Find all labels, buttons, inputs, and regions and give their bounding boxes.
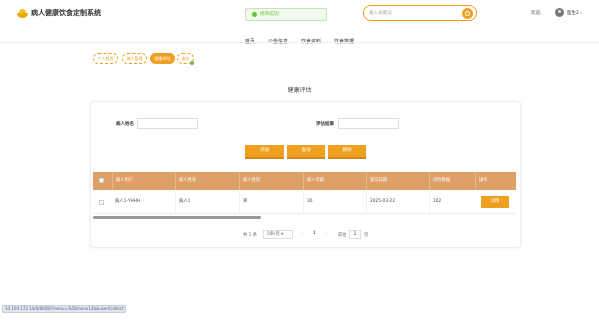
result-input[interactable] — [338, 118, 399, 129]
page-size-value: 5条/页 — [267, 232, 280, 237]
page-number[interactable]: 1 — [313, 231, 316, 236]
th-user: 病人用户 — [112, 172, 175, 190]
chevron-down-icon: ▾ — [281, 232, 284, 237]
goto-page-input[interactable]: 1 — [349, 230, 361, 239]
page-size-select[interactable]: 5条/页 ▾ — [263, 230, 293, 239]
row-checkbox[interactable] — [99, 200, 104, 205]
horizontal-scrollbar[interactable] — [93, 216, 261, 219]
prev-page-icon[interactable]: ‹ — [301, 231, 303, 237]
patient-name-label: 病人姓名 — [116, 122, 134, 127]
welcome-text: 欢迎, — [531, 11, 542, 16]
search-icon — [465, 10, 470, 16]
search-query-button[interactable]: 查询 — [287, 145, 325, 159]
crumb-logout[interactable]: 退出 — [177, 53, 194, 65]
cell-date: 2025-03-22 — [366, 190, 429, 214]
main-nav: 首页 公告信息 饮食资料 饮食数据 — [0, 28, 599, 47]
table-row: 病人1-YHHH 病人1 男 30 2025-03-22 102 详情 — [93, 190, 516, 214]
goto-label: 前往 — [338, 233, 347, 238]
success-toast: 修改成功! — [245, 8, 327, 21]
page-suffix: 页 — [364, 233, 369, 238]
top-header: 病人健康饮食定制系统 修改成功! 输入关键词 欢迎, 医生2 ▾ 首页 公告信息… — [0, 0, 599, 45]
th-operation: 操作 — [475, 172, 516, 190]
delete-button[interactable]: 删除 — [328, 145, 366, 159]
th-name: 病人姓名 — [175, 172, 239, 190]
cell-age: 30 — [303, 190, 366, 214]
th-risk: 风险数据 — [429, 172, 475, 190]
crumb-patient-mgmt[interactable]: 病人管理 — [122, 53, 147, 64]
user-menu[interactable]: 医生2 ▾ — [567, 10, 582, 16]
detail-button[interactable]: 详情 — [481, 196, 509, 208]
next-page-icon[interactable]: › — [325, 231, 327, 237]
search-button[interactable] — [462, 8, 473, 19]
cell-gender: 男 — [239, 190, 303, 214]
th-gender: 病人性别 — [239, 172, 303, 190]
th-date: 登记日期 — [366, 172, 429, 190]
patient-name-input[interactable] — [137, 118, 198, 129]
username: 医生2 — [567, 11, 579, 16]
site-title: 病人健康饮食定制系统 — [31, 9, 101, 17]
toast-message: 修改成功! — [260, 12, 280, 17]
page-title: 健康评估 — [287, 87, 312, 94]
chevron-down-icon: ▾ — [580, 11, 583, 15]
cell-user: 病人1-YHHH — [115, 199, 141, 204]
avatar[interactable] — [555, 8, 564, 17]
crumb-health-assessment[interactable]: 健康评估 — [150, 53, 175, 64]
select-all-checkbox[interactable] — [99, 178, 104, 183]
th-age: 病人年龄 — [303, 172, 366, 190]
total-count: 共 1 条 — [243, 233, 258, 238]
search-box[interactable]: 输入关键词 — [363, 5, 477, 21]
logo-icon — [17, 9, 28, 18]
table-header: 病人用户 病人姓名 病人性别 病人年龄 登记日期 风险数据 操作 — [93, 172, 516, 190]
crumb-personal-home[interactable]: 个人首页 — [93, 53, 118, 64]
result-label: 评估结果 — [316, 122, 334, 127]
success-icon — [252, 12, 257, 17]
notification-dot — [190, 61, 194, 65]
cell-risk: 102 — [429, 190, 475, 214]
browser-status-bar: 10.100.172.14/0/8009/?menu=%5Bmenu12b&us… — [2, 305, 127, 313]
header-divider — [0, 42, 599, 43]
add-button[interactable]: 添加 — [245, 145, 284, 159]
cell-name: 病人1 — [175, 190, 239, 214]
search-input[interactable]: 输入关键词 — [369, 10, 392, 16]
crumb-logout-label: 退出 — [181, 56, 190, 61]
